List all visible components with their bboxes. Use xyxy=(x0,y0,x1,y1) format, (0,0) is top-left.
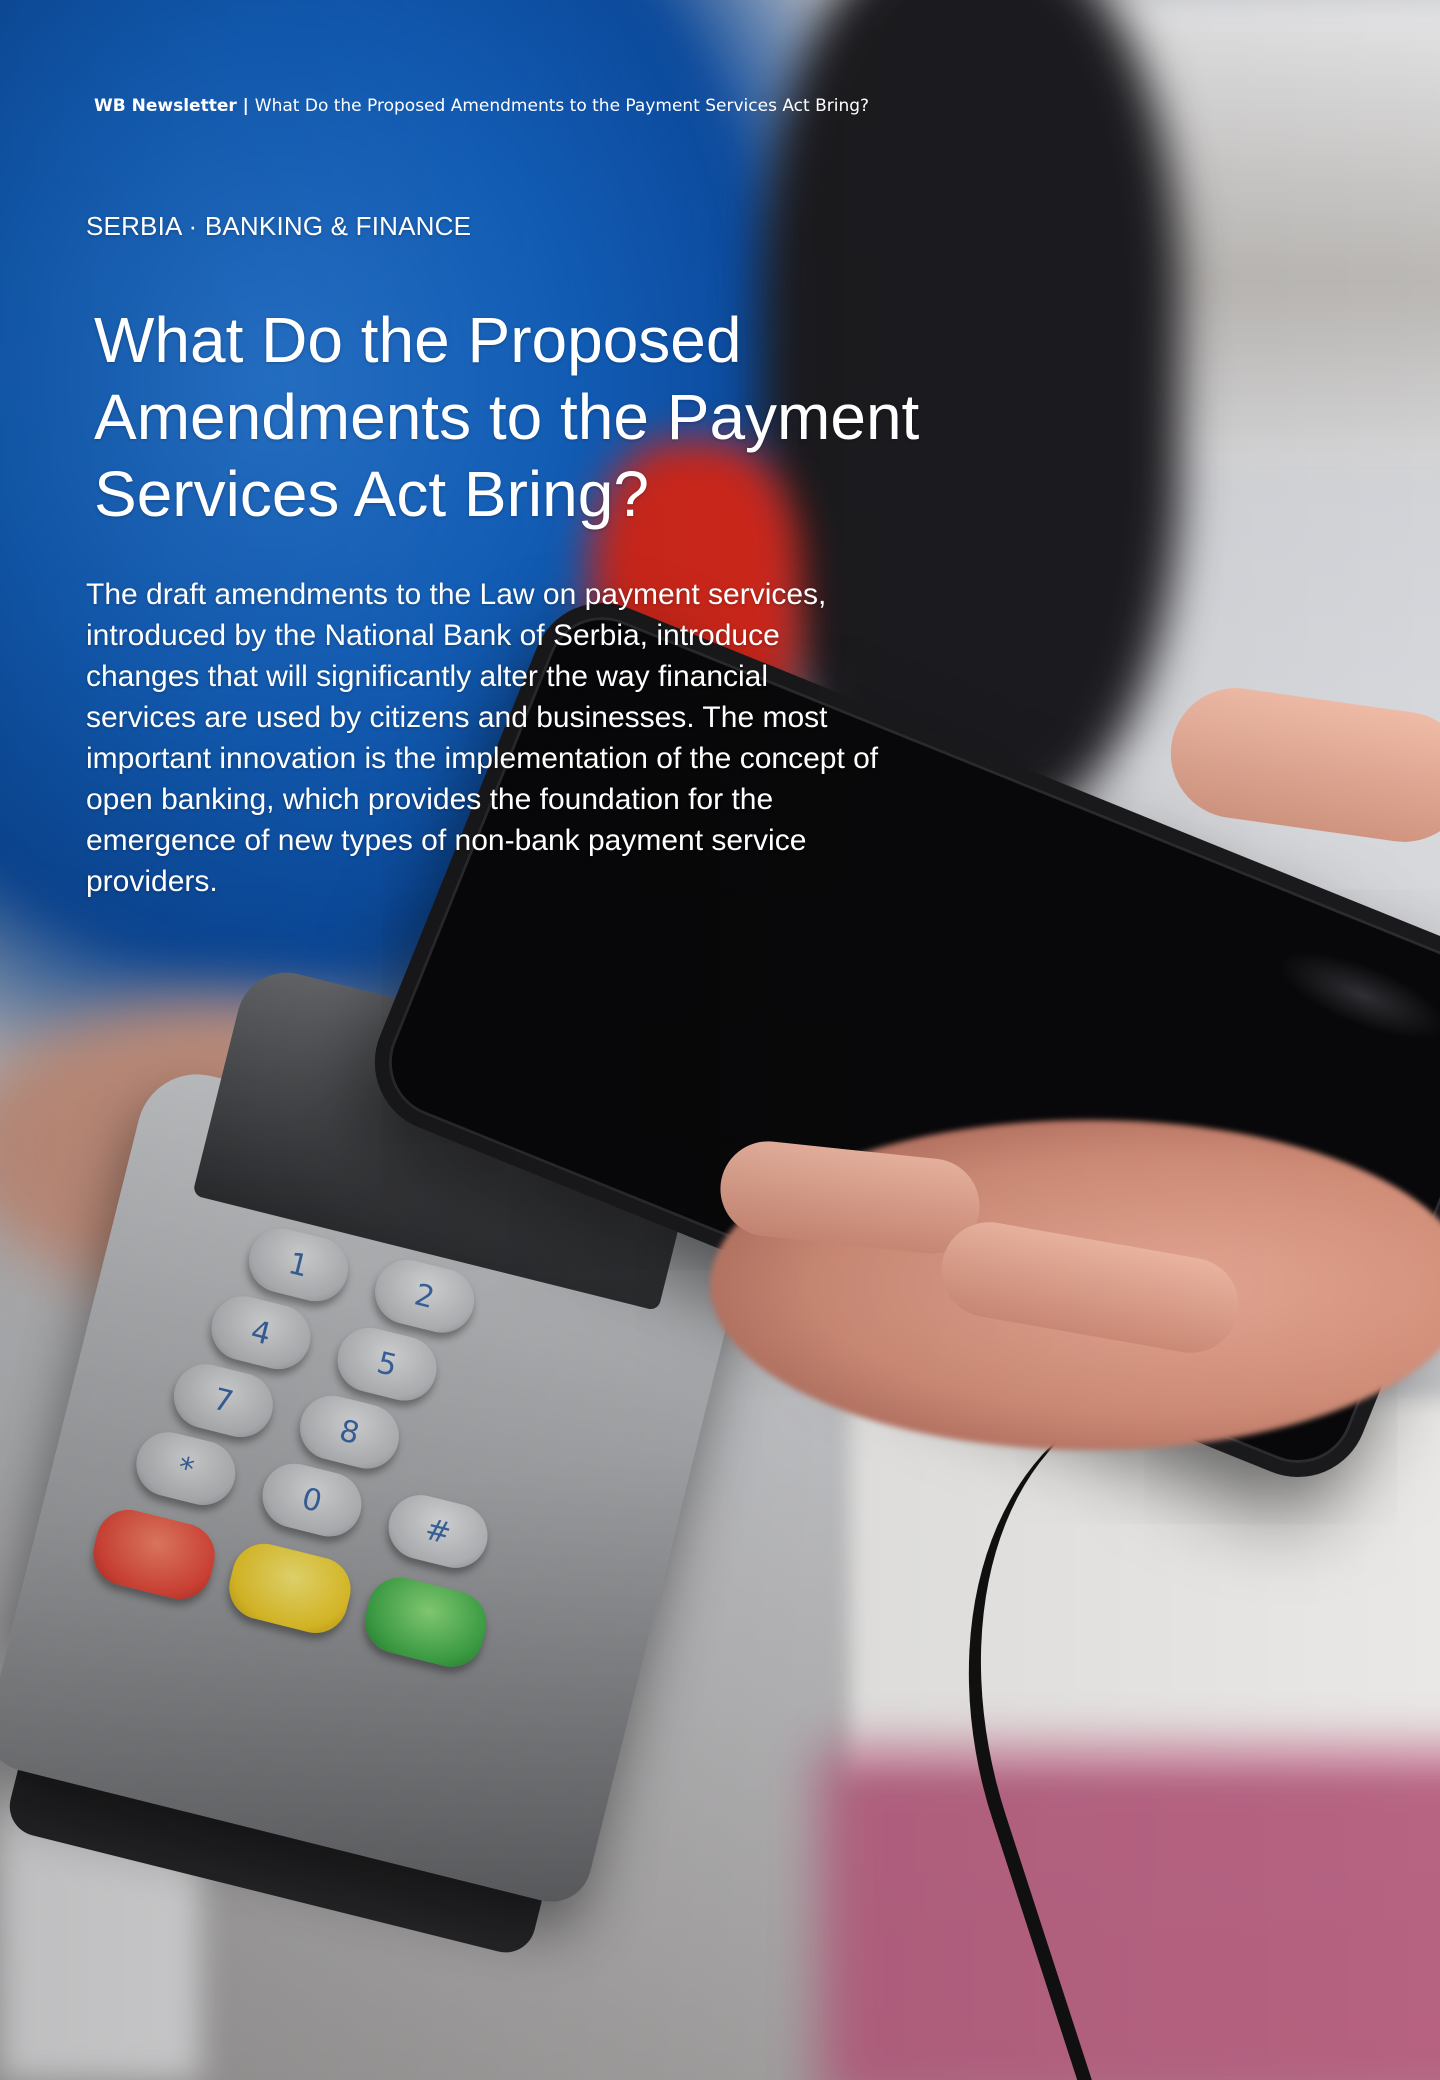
article-lead: The draft amendments to the Law on payme… xyxy=(86,578,879,898)
header-separator: | xyxy=(236,96,255,116)
category-label: SERBIA · BANKING & FINANCE xyxy=(86,211,472,241)
newsletter-header: WB Newsletter | What Do the Proposed Ame… xyxy=(94,96,869,116)
newsletter-brand: WB Newsletter xyxy=(94,96,237,116)
header-article-title: What Do the Proposed Amendments to the P… xyxy=(254,96,870,116)
article-title: What Do the Proposed Amendments to the P… xyxy=(94,304,920,530)
